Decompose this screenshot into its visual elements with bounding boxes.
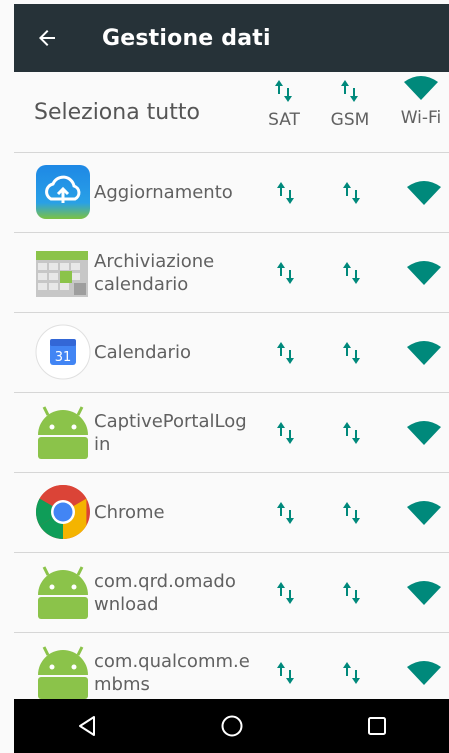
wifi-toggle[interactable]: [404, 413, 444, 453]
home-circle-icon: [221, 715, 242, 737]
arrow-back-icon: [39, 30, 55, 46]
app-list[interactable]: Seleziona tutto SAT GSM Wi-Fi Aggiorname…: [14, 72, 449, 699]
back-button[interactable]: [22, 4, 72, 72]
sat-toggle[interactable]: [266, 253, 306, 293]
app-name: com.qrd.omado wnload: [94, 571, 236, 615]
wifi-icon: [407, 501, 441, 525]
sat-toggle[interactable]: [266, 333, 306, 373]
wifi-toggle[interactable]: [404, 573, 444, 613]
data-transfer-icon: [277, 342, 294, 364]
wifi-toggle[interactable]: [404, 173, 444, 213]
app-row-aggiornamento[interactable]: Aggiornamento: [14, 153, 449, 233]
android-icon: [34, 563, 92, 621]
gsm-toggle[interactable]: [332, 653, 372, 693]
app-bar: Gestione dati: [14, 4, 449, 72]
navigation-bar: [14, 699, 449, 753]
app-row-captiveportallogin[interactable]: CaptivePortalLog in: [14, 393, 449, 473]
nav-home-button[interactable]: [192, 699, 272, 753]
app-row-archiviazione-calendario[interactable]: Archiviazione calendario: [14, 233, 449, 313]
app-name: com.qualcomm.e mbms: [94, 651, 250, 695]
gsm-toggle[interactable]: [332, 413, 372, 453]
calendar-day-number: 31: [55, 350, 72, 365]
wifi-toggle[interactable]: [404, 493, 444, 533]
gsm-toggle[interactable]: [332, 173, 372, 213]
nav-recents-button[interactable]: [337, 699, 417, 753]
nav-back-button[interactable]: [47, 699, 127, 753]
data-transfer-icon: [343, 502, 360, 524]
data-transfer-icon: [343, 262, 360, 284]
app-name: Chrome: [94, 502, 165, 523]
gsm-toggle[interactable]: [332, 493, 372, 533]
app-name: CaptivePortalLog in: [94, 411, 247, 455]
data-transfer-icon: [277, 262, 294, 284]
select-all-label[interactable]: Seleziona tutto: [34, 100, 200, 125]
column-wifi-label: Wi-Fi: [400, 108, 442, 128]
data-transfer-icon: [343, 582, 360, 604]
column-wifi-toggle[interactable]: Wi-Fi: [391, 76, 449, 128]
wifi-icon: [407, 661, 441, 685]
gsm-toggle[interactable]: [332, 333, 372, 373]
data-transfer-icon: [277, 422, 294, 444]
select-all-row[interactable]: Seleziona tutto SAT GSM Wi-Fi: [14, 72, 449, 153]
data-transfer-icon: [275, 80, 292, 102]
sat-toggle[interactable]: [266, 653, 306, 693]
gsm-toggle[interactable]: [332, 253, 372, 293]
data-transfer-icon: [343, 662, 360, 684]
data-transfer-icon: [343, 182, 360, 204]
app-row-calendario[interactable]: 31 Calendario: [14, 313, 449, 393]
app-name: Archiviazione calendario: [94, 251, 215, 295]
android-icon: [34, 643, 92, 699]
wifi-icon: [407, 341, 441, 365]
page-title: Gestione dati: [102, 25, 271, 51]
column-sat-label: SAT: [268, 110, 300, 130]
column-sat-toggle[interactable]: SAT: [254, 80, 314, 130]
column-gsm-label: GSM: [330, 110, 370, 130]
calendar-icon: 31: [34, 323, 92, 381]
app-name: Aggiornamento: [94, 182, 233, 203]
data-transfer-icon: [341, 80, 358, 102]
update-cloud-icon: [34, 163, 92, 221]
wifi-icon: [407, 181, 441, 205]
data-transfer-icon: [277, 502, 294, 524]
app-row-com-qualcomm-embms[interactable]: com.qualcomm.e mbms: [14, 633, 449, 699]
data-transfer-icon: [343, 422, 360, 444]
wifi-icon: [407, 261, 441, 285]
data-transfer-icon: [343, 342, 360, 364]
sat-toggle[interactable]: [266, 413, 306, 453]
wifi-toggle[interactable]: [404, 653, 444, 693]
data-transfer-icon: [277, 662, 294, 684]
sat-toggle[interactable]: [266, 493, 306, 533]
data-transfer-icon: [277, 182, 294, 204]
app-name: Calendario: [94, 342, 191, 363]
gsm-toggle[interactable]: [332, 573, 372, 613]
wifi-icon: [407, 421, 441, 445]
data-transfer-icon: [277, 582, 294, 604]
wifi-icon: [404, 76, 438, 100]
back-triangle-icon: [78, 716, 95, 736]
wifi-toggle[interactable]: [404, 253, 444, 293]
android-icon: [34, 403, 92, 461]
chrome-icon: [34, 483, 92, 541]
sat-toggle[interactable]: [266, 173, 306, 213]
app-row-chrome[interactable]: Chrome: [14, 473, 449, 553]
sat-toggle[interactable]: [266, 573, 306, 613]
wifi-icon: [407, 581, 441, 605]
calendar-storage-icon: [34, 243, 92, 301]
wifi-toggle[interactable]: [404, 333, 444, 373]
recents-square-icon: [367, 717, 386, 735]
app-row-com-qrd-omadownload[interactable]: com.qrd.omado wnload: [14, 553, 449, 633]
column-gsm-toggle[interactable]: GSM: [320, 80, 380, 130]
